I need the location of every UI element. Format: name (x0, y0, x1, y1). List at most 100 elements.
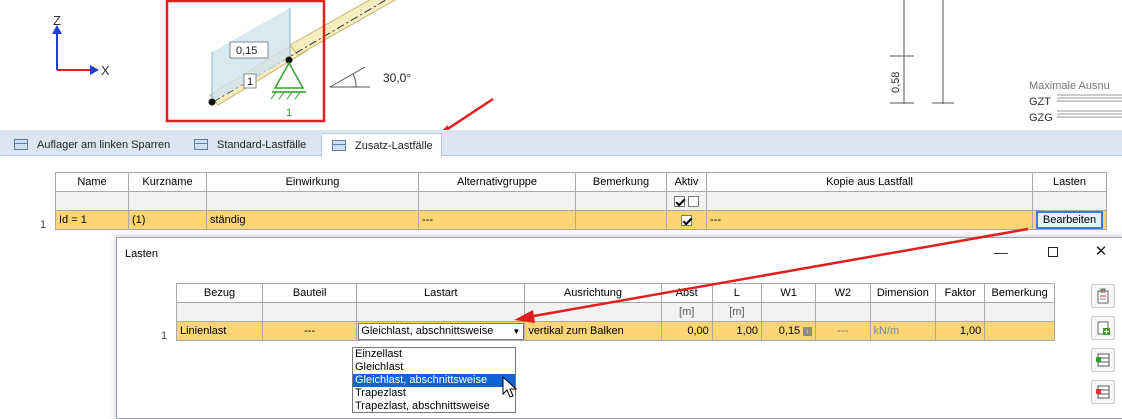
cell-bauteil[interactable]: --- (262, 321, 358, 341)
row-number: 1 (40, 219, 47, 231)
unit-cell (760, 302, 817, 322)
filter-cell[interactable] (575, 191, 667, 211)
delete-row-button[interactable] (1091, 380, 1115, 404)
filter-cell[interactable] (1032, 191, 1107, 211)
insert-row-button[interactable] (1091, 348, 1115, 372)
cell-kopie[interactable]: --- (706, 210, 1033, 230)
cell-lasten: Bearbeiten (1032, 210, 1107, 230)
support-hatch-4 (294, 91, 301, 100)
dimension-value: 0,58 (890, 72, 902, 93)
maximize-icon[interactable] (1045, 244, 1061, 260)
x-axis-label: X (101, 63, 110, 78)
lastart-combobox[interactable]: Gleichlast, abschnittsweise ▼ (358, 322, 524, 340)
cell-aktiv[interactable] (666, 210, 707, 230)
cell-einwirkung[interactable]: ständig (206, 210, 419, 230)
option-gleichlast[interactable]: Gleichlast (353, 361, 515, 374)
col-header-alternativgruppe[interactable]: Alternativgruppe (418, 172, 576, 192)
table-icon (14, 139, 28, 150)
filter-aktiv[interactable] (666, 191, 707, 211)
arrow-down-icon[interactable]: ↓ (803, 326, 813, 336)
option-trapezlast[interactable]: Trapezlast (353, 387, 515, 400)
bearbeiten-button[interactable]: Bearbeiten (1035, 211, 1104, 229)
col-header-aktiv[interactable]: Aktiv (666, 172, 707, 192)
unit-cell (935, 302, 986, 322)
structure-drawing[interactable]: Z X 0,15 1 1 30,0° 0,58 Maximale Ausnu G… (0, 0, 1122, 130)
option-gleichlast-abschnittsweise[interactable]: Gleichlast, abschnittsweise (353, 374, 515, 387)
col-header-kopie[interactable]: Kopie aus Lastfall (706, 172, 1033, 192)
filter-cell[interactable] (706, 191, 1033, 211)
gzt-bar (1057, 94, 1122, 102)
gzg-bar (1057, 110, 1122, 118)
tab-auflager[interactable]: Auflager am linken Sparren (4, 133, 178, 156)
col-header-w1[interactable]: W1 (760, 283, 817, 303)
tab-standard-lastfaelle[interactable]: Standard-Lastfälle (184, 133, 314, 156)
cell-w1[interactable]: 0,15 ↓ (760, 321, 817, 341)
filter-checkbox-unchecked[interactable] (688, 195, 700, 207)
tab-label: Auflager am linken Sparren (37, 138, 171, 151)
col-header-name[interactable]: Name (55, 172, 129, 192)
unit-row: [m] [m] (175, 302, 1055, 322)
cell-bemerkung[interactable] (575, 210, 667, 230)
col-header-bauteil[interactable]: Bauteil (262, 283, 358, 303)
cell-name[interactable]: Id = 1 (55, 210, 129, 230)
cell-lastart[interactable]: Gleichlast, abschnittsweise ▼ (356, 321, 526, 341)
col-header-einwirkung[interactable]: Einwirkung (206, 172, 419, 192)
col-header-bemerkung[interactable]: Bemerkung (984, 283, 1055, 303)
filter-cell[interactable] (128, 191, 207, 211)
table-row[interactable]: Linienlast --- Gleichlast, abschnittswei… (175, 321, 1055, 341)
col-header-faktor[interactable]: Faktor (935, 283, 986, 303)
cell-alternativgruppe[interactable]: --- (418, 210, 576, 230)
node-left (208, 98, 216, 106)
col-header-ausrichtung[interactable]: Ausrichtung (524, 283, 662, 303)
cell-bemerkung[interactable] (984, 321, 1055, 341)
cell-kurzname[interactable]: (1) (128, 210, 207, 230)
filter-cell[interactable] (418, 191, 576, 211)
cell-faktor[interactable]: 1,00 (935, 321, 986, 341)
x-axis-arrow (90, 65, 99, 75)
table-icon (194, 139, 208, 150)
filter-row (55, 191, 1107, 211)
filter-cell[interactable] (206, 191, 419, 211)
col-header-kurzname[interactable]: Kurzname (128, 172, 207, 192)
cell-l[interactable]: 1,00 (711, 321, 762, 341)
support-hatch-3 (286, 91, 293, 100)
cell-abst[interactable]: 0,00 (660, 321, 713, 341)
table-row[interactable]: Id = 1 (1) ständig --- --- Bearbeiten (55, 210, 1107, 230)
gzt-label: GZT (1029, 96, 1051, 108)
tab-zusatz-lastfaelle[interactable]: Zusatz-Lastfälle (321, 133, 442, 157)
edit-list-button[interactable] (1091, 284, 1115, 308)
cell-ausrichtung[interactable]: vertikal zum Balken (524, 321, 662, 341)
chevron-down-icon[interactable]: ▼ (509, 327, 523, 336)
aktiv-checkbox[interactable] (681, 214, 692, 226)
unit-cell (984, 302, 1055, 322)
cell-w2[interactable]: --- (815, 321, 871, 341)
col-header-lasten[interactable]: Lasten (1032, 172, 1107, 192)
unit-cell (175, 302, 264, 322)
row-number: 1 (161, 330, 168, 342)
filter-cell[interactable] (55, 191, 129, 211)
minimize-icon[interactable]: — (993, 244, 1009, 260)
option-trapezlast-abschnittsweise[interactable]: Trapezlast, abschnittsweise (353, 400, 515, 413)
col-header-bezug[interactable]: Bezug (175, 283, 264, 303)
angle-label: 30,0° (383, 71, 411, 85)
col-header-lastart[interactable]: Lastart (356, 283, 526, 303)
col-header-abst[interactable]: Abst (660, 283, 713, 303)
col-header-w2[interactable]: W2 (815, 283, 871, 303)
member-number-label: 1 (247, 76, 253, 88)
unit-cell (356, 302, 526, 322)
unit-l: [m] (711, 302, 762, 322)
col-header-dimension[interactable]: Dimension (869, 283, 937, 303)
col-header-bemerkung[interactable]: Bemerkung (575, 172, 667, 192)
unit-cell (869, 302, 937, 322)
insert-row-icon (1096, 353, 1110, 367)
close-icon[interactable]: ✕ (1093, 244, 1109, 260)
filter-checkbox-checked[interactable] (673, 195, 685, 207)
add-row-button[interactable] (1091, 316, 1115, 340)
tab-label: Zusatz-Lastfälle (355, 139, 433, 152)
clipboard-icon (1097, 288, 1109, 304)
tab-bar: Auflager am linken Sparren Standard-Last… (0, 130, 1122, 157)
lastart-dropdown-list: Einzellast Gleichlast Gleichlast, abschn… (352, 347, 516, 413)
option-einzellast[interactable]: Einzellast (353, 348, 515, 361)
cell-bezug[interactable]: Linienlast (175, 321, 264, 341)
col-header-l[interactable]: L (711, 283, 762, 303)
